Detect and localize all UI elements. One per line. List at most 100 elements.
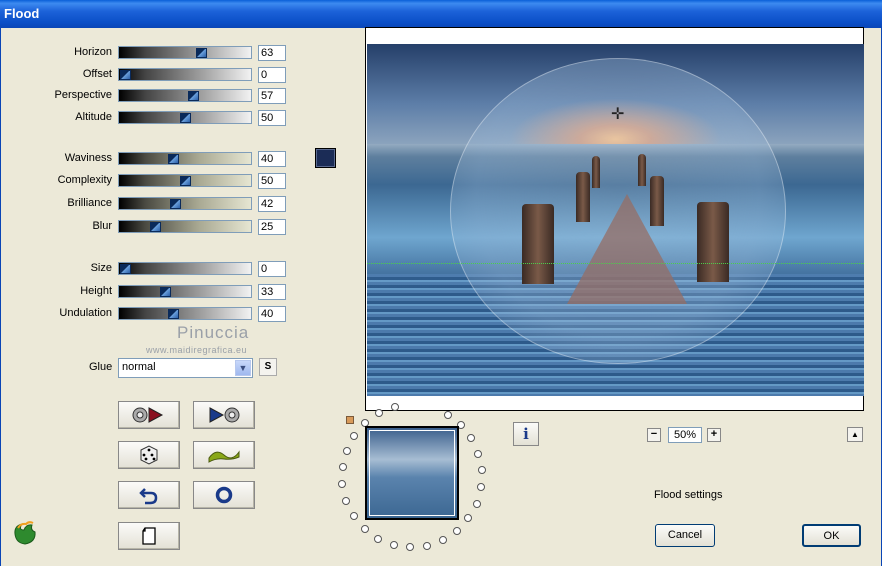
preset-dot[interactable] [342, 446, 351, 455]
height-slider[interactable] [118, 285, 252, 298]
zoom-out-button[interactable]: − [647, 428, 661, 442]
preset-dot[interactable] [375, 409, 384, 417]
preset-dot[interactable] [438, 536, 447, 545]
settings-label: Flood settings [654, 489, 723, 501]
zoom-in-button[interactable]: + [707, 428, 721, 442]
preset-ring-handle[interactable] [346, 416, 354, 424]
slider-row-perspective: Perspective 57 [0, 88, 300, 104]
color-swatch[interactable] [315, 148, 336, 168]
waviness-slider-thumb[interactable] [168, 154, 179, 164]
complexity-slider-thumb[interactable] [180, 176, 191, 186]
preset-dot[interactable] [472, 499, 481, 508]
perspective-label: Perspective [54, 89, 112, 101]
altitude-value-field[interactable]: 50 [258, 110, 286, 126]
slider-row-offset: Offset 0 [0, 67, 300, 83]
dice-icon [140, 445, 158, 465]
preset-dot[interactable] [423, 541, 432, 550]
complexity-value-field[interactable]: 50 [258, 173, 286, 189]
perspective-value-field[interactable]: 57 [258, 88, 286, 104]
size-slider-thumb[interactable] [120, 264, 131, 274]
preset-dot[interactable] [389, 540, 398, 549]
altitude-slider-thumb[interactable] [180, 113, 191, 123]
film-forward-icon [132, 407, 164, 423]
undulation-slider[interactable] [118, 307, 252, 320]
preset-dot[interactable] [350, 431, 359, 440]
height-label: Height [80, 285, 112, 297]
preset-dot[interactable] [338, 463, 347, 472]
height-slider-thumb[interactable] [159, 287, 171, 297]
filter-out-button[interactable] [193, 401, 255, 429]
collapse-up-button[interactable]: ▲ [847, 427, 863, 442]
height-value-field[interactable]: 33 [258, 284, 286, 300]
slider-row-complexity: Complexity 50 [0, 173, 300, 189]
crosshair-icon[interactable]: ✛ [611, 107, 624, 123]
blur-value-field[interactable]: 25 [258, 219, 286, 235]
undulation-label: Undulation [59, 307, 112, 319]
offset-value-field[interactable]: 0 [258, 67, 286, 83]
perspective-slider-thumb[interactable] [188, 91, 200, 101]
preset-dot[interactable] [443, 410, 452, 419]
size-label: Size [90, 262, 112, 274]
preset-dot[interactable] [477, 466, 486, 475]
slider-row-waviness: Waviness 40 [0, 151, 300, 167]
blur-slider-thumb[interactable] [150, 222, 161, 232]
watermark-name: Pinuccia [177, 323, 250, 342]
filter-in-button[interactable] [118, 401, 180, 429]
horizon-label: Horizon [74, 46, 112, 58]
slider-row-blur: Blur 25 [0, 219, 300, 235]
wave-icon [208, 450, 240, 463]
preview-pane[interactable]: ✛ [365, 27, 864, 411]
size-slider[interactable] [118, 262, 252, 275]
page-icon [142, 527, 156, 545]
horizon-slider-thumb[interactable] [195, 48, 207, 58]
cancel-button[interactable]: Cancel [655, 524, 715, 547]
glue-s-button[interactable]: S [259, 358, 277, 376]
info-button[interactable]: i [513, 422, 539, 446]
glue-select-value: normal [122, 361, 156, 373]
brilliance-slider-thumb[interactable] [170, 199, 182, 209]
perspective-slider[interactable] [118, 89, 252, 102]
offset-label: Offset [82, 68, 112, 80]
preset-dot[interactable] [349, 511, 358, 520]
undulation-value-field[interactable]: 40 [258, 306, 286, 322]
brilliance-slider[interactable] [118, 197, 252, 210]
undo-button[interactable] [118, 481, 180, 509]
size-value-field[interactable]: 0 [258, 261, 286, 277]
glue-select[interactable]: normal ▼ [118, 358, 253, 378]
navigator-thumbnail[interactable] [365, 426, 459, 520]
offset-slider-thumb[interactable] [120, 70, 131, 80]
random-button[interactable] [118, 441, 180, 469]
waviness-slider[interactable] [118, 152, 252, 165]
altitude-label: Altitude [75, 111, 112, 123]
horizon-slider[interactable] [118, 46, 252, 59]
ring-icon [215, 486, 233, 504]
slider-row-undulation: Undulation 40 [0, 306, 300, 322]
copy-button[interactable] [118, 522, 180, 550]
altitude-slider[interactable] [118, 111, 252, 124]
chevron-down-icon[interactable]: ▼ [235, 360, 251, 376]
brilliance-value-field[interactable]: 42 [258, 196, 286, 212]
waviness-value-field[interactable]: 40 [258, 151, 286, 167]
undo-icon [139, 488, 158, 505]
offset-slider[interactable] [118, 68, 252, 81]
slider-row-altitude: Altitude 50 [0, 110, 300, 126]
wave-button[interactable] [193, 441, 255, 469]
watermark-url: www.maidiregrafica.eu [146, 345, 248, 355]
blur-slider[interactable] [118, 220, 252, 233]
slider-row-horizon: Horizon 63 [0, 45, 300, 61]
horizon-value-field[interactable]: 63 [258, 45, 286, 61]
slider-row-brilliance: Brilliance 42 [0, 196, 300, 212]
undulation-slider-thumb[interactable] [168, 309, 179, 319]
glue-label: Glue [89, 361, 113, 373]
zoom-level: 50% [668, 427, 702, 443]
complexity-slider[interactable] [118, 174, 252, 187]
window-title: Flood [0, 0, 882, 28]
complexity-label: Complexity [57, 174, 112, 186]
ok-button[interactable]: OK [802, 524, 861, 547]
slider-row-size: Size 0 [0, 261, 300, 277]
preset-dot[interactable] [360, 524, 369, 533]
slider-row-height: Height 33 [0, 284, 300, 300]
preset-dot[interactable] [452, 526, 461, 535]
reset-button[interactable] [193, 481, 255, 509]
preset-dot[interactable] [390, 402, 399, 411]
